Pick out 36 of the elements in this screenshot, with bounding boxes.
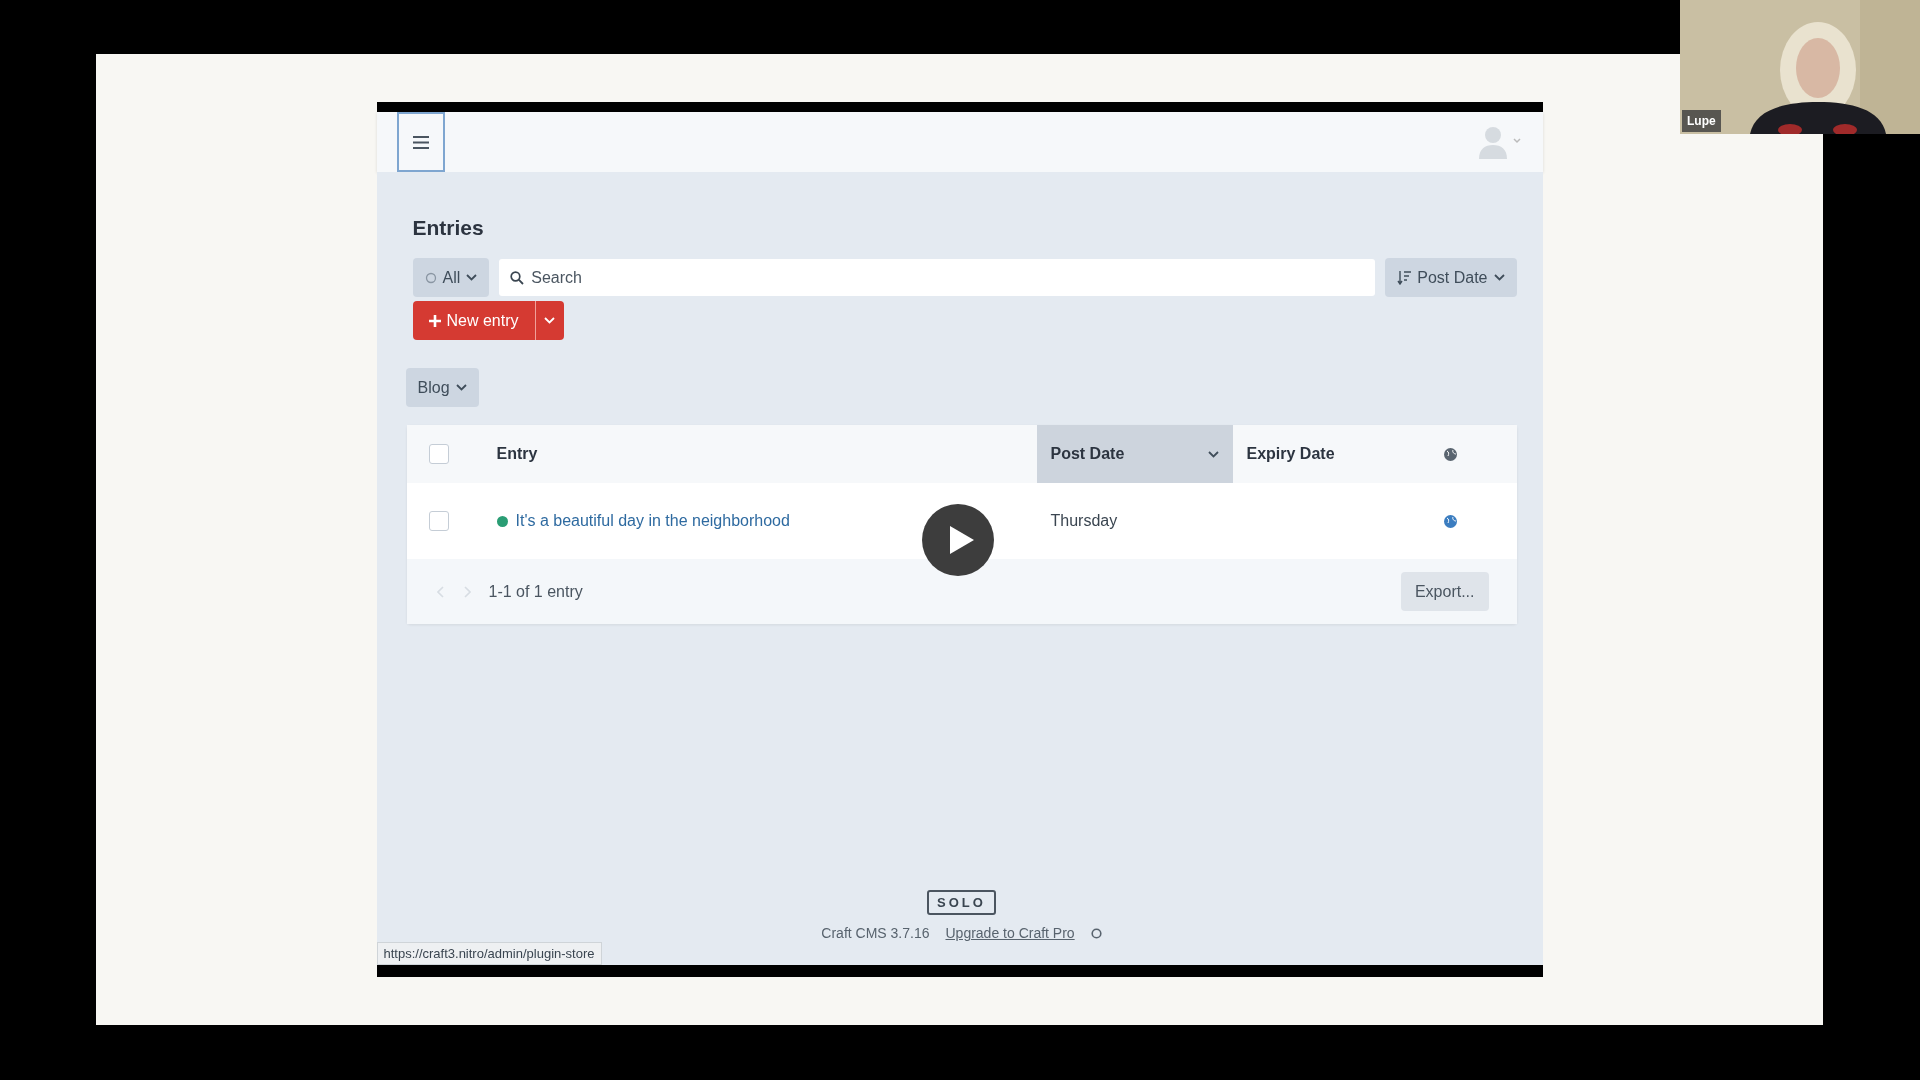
caret-icon <box>466 274 478 281</box>
status-filter-button[interactable]: All <box>412 258 490 297</box>
column-header[interactable]: Expiry Date <box>1232 425 1429 483</box>
column-header[interactable]: Entry <box>482 425 1037 483</box>
caret-icon <box>1493 274 1505 281</box>
caret-icon <box>455 384 467 391</box>
post-date-cell: Thursday <box>1050 512 1118 530</box>
column-header[interactable]: Post Date <box>1036 425 1233 483</box>
menu-icon <box>412 135 429 149</box>
caret-icon <box>1207 450 1219 458</box>
new-entry-menu-button[interactable] <box>534 301 564 340</box>
play-icon[interactable] <box>921 504 994 576</box>
upgrade-link[interactable]: Upgrade to Craft Pro <box>945 925 1075 941</box>
page-title: Entries <box>412 216 485 240</box>
pagination-text: 1-1 of 1 entry <box>488 582 584 601</box>
sort-icon <box>1397 270 1412 285</box>
search-field[interactable]: Search <box>499 259 1376 296</box>
edition-badge: SOLO <box>927 890 996 915</box>
participant-name: Lupe <box>1682 110 1721 132</box>
search-icon <box>510 271 525 285</box>
section-button[interactable]: Blog <box>405 368 479 407</box>
status-url-tooltip: https://craft3.nitro/admin/plugin-store <box>376 942 602 965</box>
select-all-checkbox[interactable] <box>428 444 449 464</box>
caret-icon <box>544 317 556 324</box>
sort-button[interactable]: Post Date <box>1385 258 1517 297</box>
export-button[interactable]: Export... <box>1400 572 1489 611</box>
version-text: Craft CMS 3.7.16 <box>821 925 930 941</box>
previous-page-icon[interactable] <box>436 585 445 598</box>
next-page-icon[interactable] <box>462 585 471 598</box>
status-circle-icon <box>424 271 437 284</box>
new-entry-button[interactable]: New entry <box>412 301 535 340</box>
menu-button[interactable] <box>396 112 445 172</box>
entry-link[interactable]: It's a beautiful day in the neighborhood <box>515 512 790 530</box>
row-checkbox[interactable] <box>428 511 449 531</box>
plus-icon <box>428 314 441 327</box>
user-avatar-icon[interactable] <box>1476 125 1523 159</box>
